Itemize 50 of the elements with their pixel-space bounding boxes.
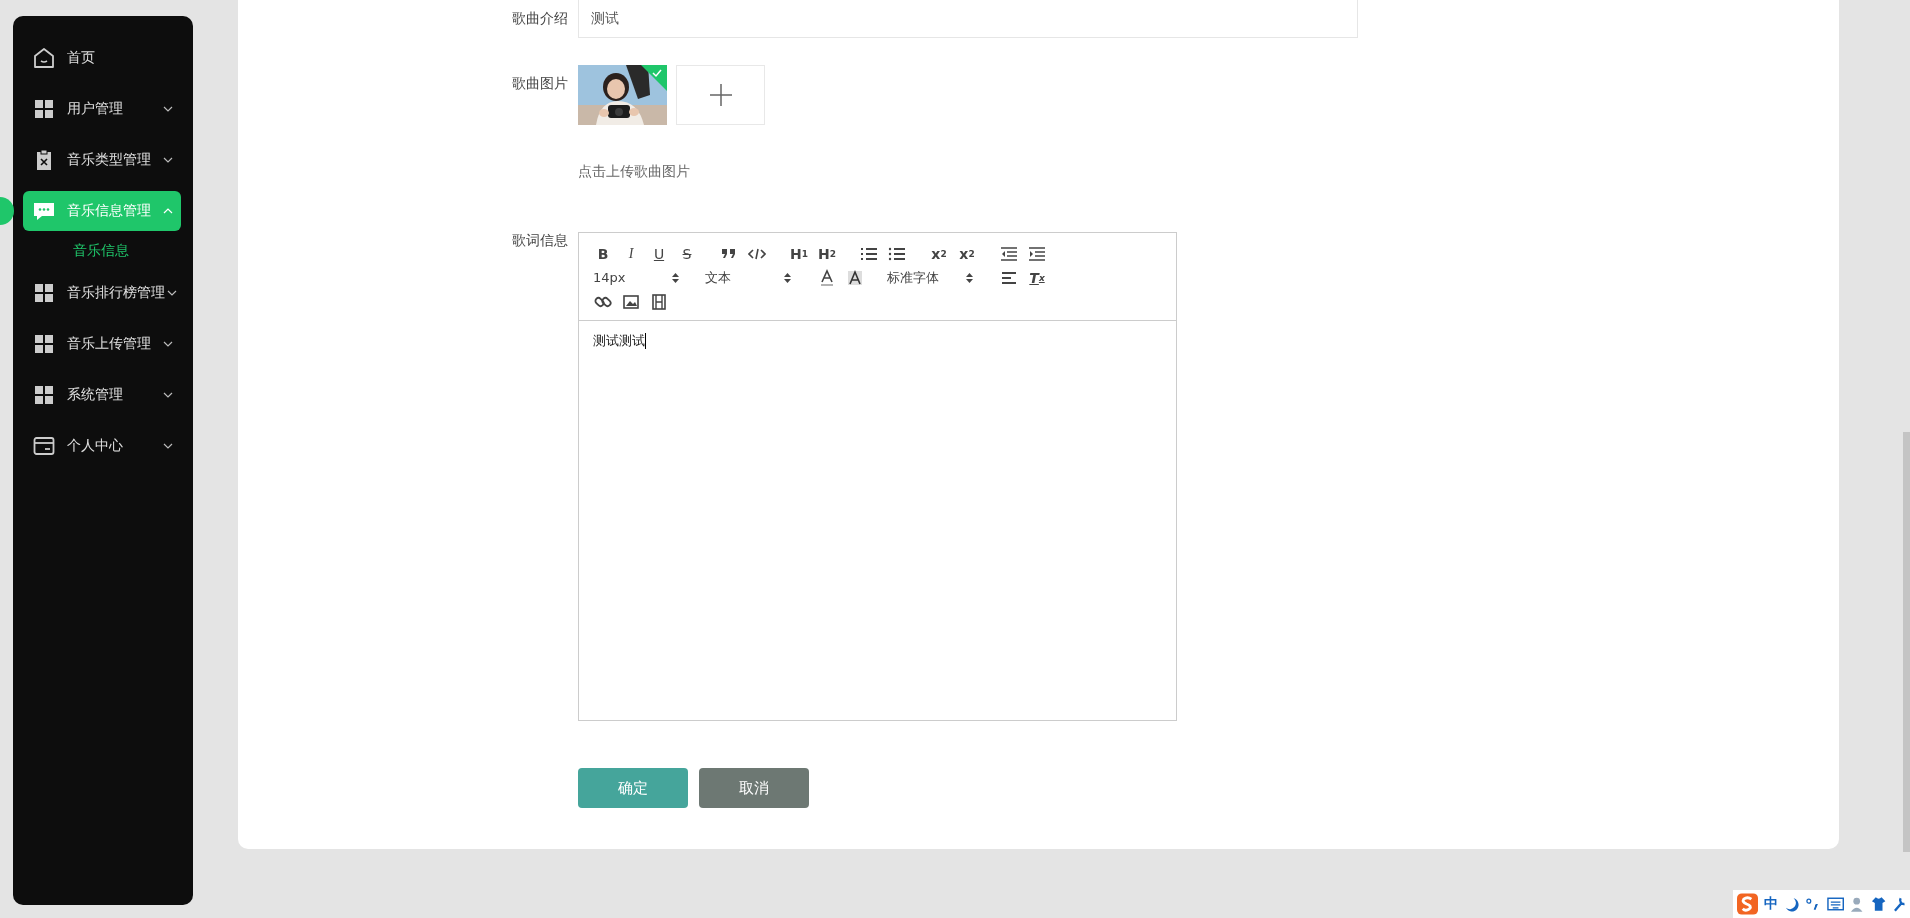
chat-icon <box>33 200 55 222</box>
menu-item[interactable]: 个人中心 <box>27 432 181 460</box>
field-label: 歌曲图片 <box>511 74 569 93</box>
sort-arrows-icon <box>966 272 973 283</box>
shirt-icon <box>1871 896 1887 912</box>
scrollbar-thumb[interactable] <box>1903 432 1910 852</box>
menu-item[interactable]: 音乐类型管理 <box>27 146 181 174</box>
submenu-item[interactable]: 音乐信息 <box>13 242 193 260</box>
punctuation-icon <box>1805 896 1821 912</box>
format-button[interactable]: I <box>617 243 645 264</box>
format-button[interactable]: x$^{2}$ <box>953 243 981 264</box>
s-logo-icon <box>1737 893 1759 915</box>
language-toggle[interactable]: 中 <box>1764 895 1779 913</box>
highlight-icon <box>846 268 864 287</box>
format-select[interactable]: 文本 <box>701 268 799 287</box>
grid-icon <box>33 384 55 406</box>
lyrics-text: 测试测试 <box>593 332 645 350</box>
outdent-icon <box>1000 244 1018 263</box>
menu-item[interactable]: 音乐上传管理 <box>27 330 181 358</box>
menu-item[interactable]: 用户管理 <box>27 95 181 123</box>
menu-item[interactable]: 音乐排行榜管理 <box>27 279 181 307</box>
format-select[interactable]: 标准字体 <box>883 268 981 287</box>
home-icon <box>33 47 55 69</box>
format-button[interactable]: B <box>589 243 617 264</box>
field-label: 歌曲介绍 <box>511 9 569 28</box>
menu-item[interactable]: 首页 <box>27 44 181 72</box>
wrench-icon <box>1892 896 1906 912</box>
card-icon <box>33 435 55 457</box>
intro-input[interactable]: 测试 <box>578 0 1358 38</box>
field-label: 歌词信息 <box>511 232 569 250</box>
text-color-icon <box>818 268 836 287</box>
format-button[interactable]: S <box>673 243 701 264</box>
text-cursor <box>645 333 646 349</box>
image-icon <box>622 292 640 311</box>
format-select[interactable]: 14px <box>589 270 687 285</box>
format-button[interactable]: U <box>645 243 673 264</box>
sort-arrows-icon <box>672 272 679 283</box>
menu-item[interactable]: 系统管理 <box>27 381 181 409</box>
upload-hint: 点击上传歌曲图片 <box>578 163 691 181</box>
grid-icon <box>33 333 55 355</box>
grid-icon <box>33 282 55 304</box>
active-indicator <box>0 197 14 225</box>
cancel-button[interactable]: 取消 <box>699 768 809 808</box>
grid-icon <box>33 98 55 120</box>
sort-arrows-icon <box>784 272 791 283</box>
moon-icon <box>1784 896 1800 912</box>
plus-icon <box>709 84 732 106</box>
indent-icon <box>1028 244 1046 263</box>
film-icon <box>650 292 668 311</box>
keyboard-icon <box>1826 897 1844 911</box>
